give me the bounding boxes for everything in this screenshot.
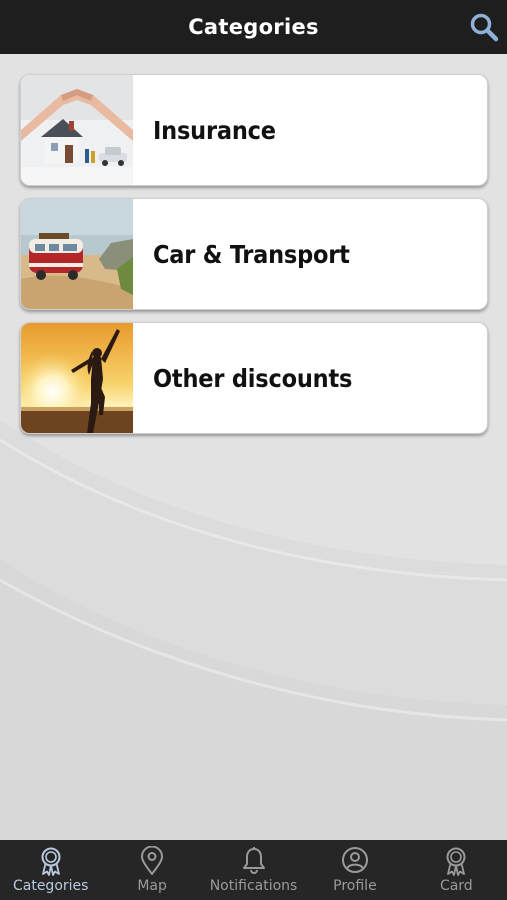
category-card-insurance[interactable]: Insurance	[20, 74, 488, 186]
tab-profile[interactable]: Profile	[304, 840, 405, 900]
map-pin-icon	[141, 846, 164, 875]
categories-screen: Categories Insurance Car & Transport Oth…	[0, 0, 507, 900]
top-app-bar: Categories	[0, 0, 507, 54]
category-label: Insurance	[153, 115, 276, 145]
tab-notifications[interactable]: Notifications	[203, 840, 304, 900]
page-title: Categories	[188, 15, 319, 39]
award-ribbon-icon	[446, 847, 466, 876]
house-under-hands-image	[21, 75, 133, 185]
tab-label: Map	[137, 878, 167, 894]
award-ribbon-icon	[41, 847, 61, 876]
category-label: Other discounts	[153, 363, 353, 393]
category-card-car-transport[interactable]: Car & Transport	[20, 198, 488, 310]
tab-label: Notifications	[209, 878, 298, 894]
category-label: Car & Transport	[153, 239, 350, 269]
camper-van-beach-image	[21, 199, 133, 309]
tab-label: Categories	[12, 878, 89, 894]
tab-label: Card	[439, 878, 473, 894]
tab-map[interactable]: Map	[101, 840, 202, 900]
tab-categories[interactable]: Categories	[0, 840, 101, 900]
tab-card[interactable]: Card	[406, 840, 507, 900]
category-card-other-discounts[interactable]: Other discounts	[20, 322, 488, 434]
search-icon[interactable]	[469, 12, 499, 42]
user-circle-icon	[341, 847, 368, 873]
sunset-beach-woman-image	[21, 323, 133, 433]
bell-icon	[242, 847, 265, 874]
tab-label: Profile	[333, 878, 377, 894]
category-list: Insurance Car & Transport Other discount…	[20, 74, 488, 446]
bottom-tab-bar: Categories Map Notifications Profile Car…	[0, 840, 507, 900]
